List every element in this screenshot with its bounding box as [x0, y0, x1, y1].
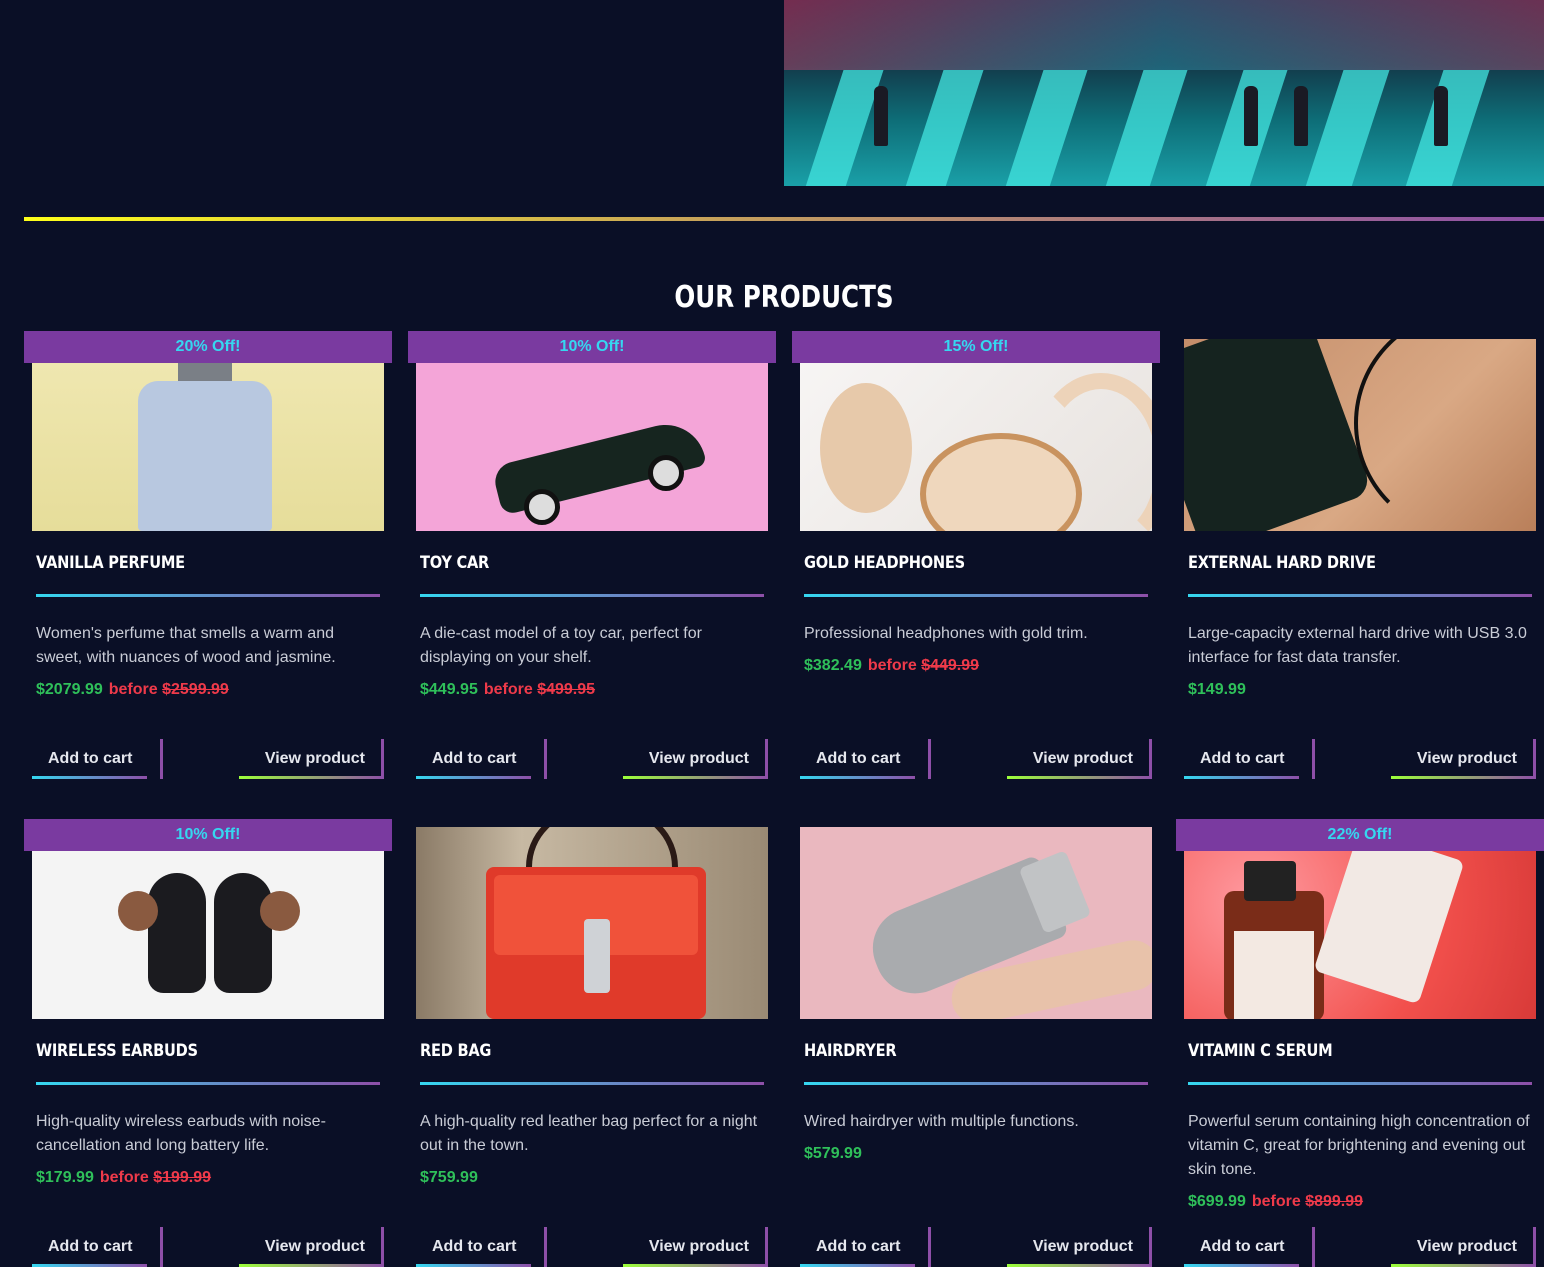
view-product-button[interactable]: View product: [239, 1227, 384, 1267]
product-image[interactable]: [32, 851, 384, 1019]
before-label: before $449.99: [867, 657, 980, 674]
add-to-cart-button[interactable]: Add to cart: [800, 739, 931, 779]
product-image[interactable]: [32, 363, 384, 531]
add-to-cart-button[interactable]: Add to cart: [800, 1227, 931, 1267]
view-product-button[interactable]: View product: [1007, 739, 1152, 779]
product-description: Large-capacity external hard drive with …: [1188, 625, 1527, 666]
product-image[interactable]: [416, 363, 768, 531]
current-price: $699.99: [1188, 1193, 1246, 1210]
product-card: Hairdryer Wired hairdryer with multiple …: [792, 819, 1160, 1267]
product-name: Vitamin C Serum: [1188, 1041, 1333, 1061]
name-underline: [420, 594, 764, 597]
price: $759.99: [420, 1169, 478, 1187]
product-name: Toy Car: [420, 553, 490, 573]
product-image[interactable]: [1184, 339, 1536, 531]
product-card: External Hard Drive Large-capacity exter…: [1176, 331, 1544, 791]
product-card: 22% Off! Vitamin C Serum Powerful serum …: [1176, 819, 1544, 1267]
name-underline: [36, 1082, 380, 1085]
current-price: $759.99: [420, 1169, 478, 1186]
current-price: $179.99: [36, 1169, 94, 1186]
add-to-cart-button[interactable]: Add to cart: [32, 1227, 163, 1267]
before-label: before $199.99: [99, 1169, 212, 1186]
current-price: $579.99: [804, 1145, 862, 1162]
name-underline: [1188, 594, 1532, 597]
product-description: A die-cast model of a toy car, perfect f…: [420, 625, 702, 666]
view-product-button[interactable]: View product: [623, 739, 768, 779]
product-description: Women's perfume that smells a warm and s…: [36, 625, 336, 666]
discount-badge: 20% Off!: [24, 331, 392, 363]
product-description: Powerful serum containing high concentra…: [1188, 1113, 1530, 1178]
old-price: $499.95: [537, 681, 596, 698]
product-card: Red Bag A high-quality red leather bag p…: [408, 819, 776, 1267]
product-image[interactable]: [416, 827, 768, 1019]
name-underline: [804, 1082, 1148, 1085]
price: $179.99 before $199.99: [36, 1169, 211, 1187]
price: $699.99 before $899.99: [1188, 1193, 1363, 1211]
gradient-divider: [24, 217, 1544, 221]
product-name: External Hard Drive: [1188, 553, 1376, 573]
price: $2079.99 before $2599.99: [36, 681, 229, 699]
product-card: 10% Off! Toy Car A die-cast model of a t…: [408, 331, 776, 791]
view-product-button[interactable]: View product: [1391, 739, 1536, 779]
add-to-cart-button[interactable]: Add to cart: [32, 739, 163, 779]
product-card: 10% Off! Wireless Earbuds High-quality w…: [24, 819, 392, 1267]
price: $449.95 before $499.95: [420, 681, 595, 699]
discount-badge: 22% Off!: [1176, 819, 1544, 851]
price: $382.49 before $449.99: [804, 657, 979, 675]
product-name: Red Bag: [420, 1041, 492, 1061]
view-product-button[interactable]: View product: [1007, 1227, 1152, 1267]
discount-badge: 10% Off!: [24, 819, 392, 851]
product-image[interactable]: [800, 363, 1152, 531]
current-price: $149.99: [1188, 681, 1246, 698]
product-name: Gold Headphones: [804, 553, 965, 573]
name-underline: [420, 1082, 764, 1085]
price: $149.99: [1188, 681, 1246, 699]
section-title: OUR PRODUCTS: [674, 280, 894, 315]
add-to-cart-button[interactable]: Add to cart: [1184, 739, 1315, 779]
price: $579.99: [804, 1145, 862, 1163]
product-card: 20% Off! Vanilla Perfume Women's perfume…: [24, 331, 392, 791]
product-image[interactable]: [800, 827, 1152, 1019]
product-name: Wireless Earbuds: [36, 1041, 198, 1061]
product-name: Hairdryer: [804, 1041, 897, 1061]
name-underline: [1188, 1082, 1532, 1085]
name-underline: [804, 594, 1148, 597]
product-description: Wired hairdryer with multiple functions.: [804, 1113, 1079, 1130]
view-product-button[interactable]: View product: [1391, 1227, 1536, 1267]
product-image[interactable]: [1184, 851, 1536, 1019]
before-label: before $2599.99: [108, 681, 229, 698]
old-price: $899.99: [1305, 1193, 1364, 1210]
view-product-button[interactable]: View product: [239, 739, 384, 779]
product-description: Professional headphones with gold trim.: [804, 625, 1088, 642]
product-card: 15% Off! Gold Headphones Professional he…: [792, 331, 1160, 791]
current-price: $2079.99: [36, 681, 103, 698]
current-price: $382.49: [804, 657, 862, 674]
view-product-button[interactable]: View product: [623, 1227, 768, 1267]
discount-badge: 15% Off!: [792, 331, 1160, 363]
product-name: Vanilla Perfume: [36, 553, 185, 573]
discount-badge: 10% Off!: [408, 331, 776, 363]
before-label: before $899.99: [1251, 1193, 1364, 1210]
before-label: before $499.95: [483, 681, 596, 698]
product-description: High-quality wireless earbuds with noise…: [36, 1113, 326, 1154]
old-price: $449.99: [921, 657, 980, 674]
old-price: $2599.99: [162, 681, 229, 698]
name-underline: [36, 594, 380, 597]
hero-street-photo: [784, 0, 1544, 186]
add-to-cart-button[interactable]: Add to cart: [416, 1227, 547, 1267]
product-description: A high-quality red leather bag perfect f…: [420, 1113, 758, 1154]
current-price: $449.95: [420, 681, 478, 698]
add-to-cart-button[interactable]: Add to cart: [416, 739, 547, 779]
old-price: $199.99: [153, 1169, 212, 1186]
add-to-cart-button[interactable]: Add to cart: [1184, 1227, 1315, 1267]
